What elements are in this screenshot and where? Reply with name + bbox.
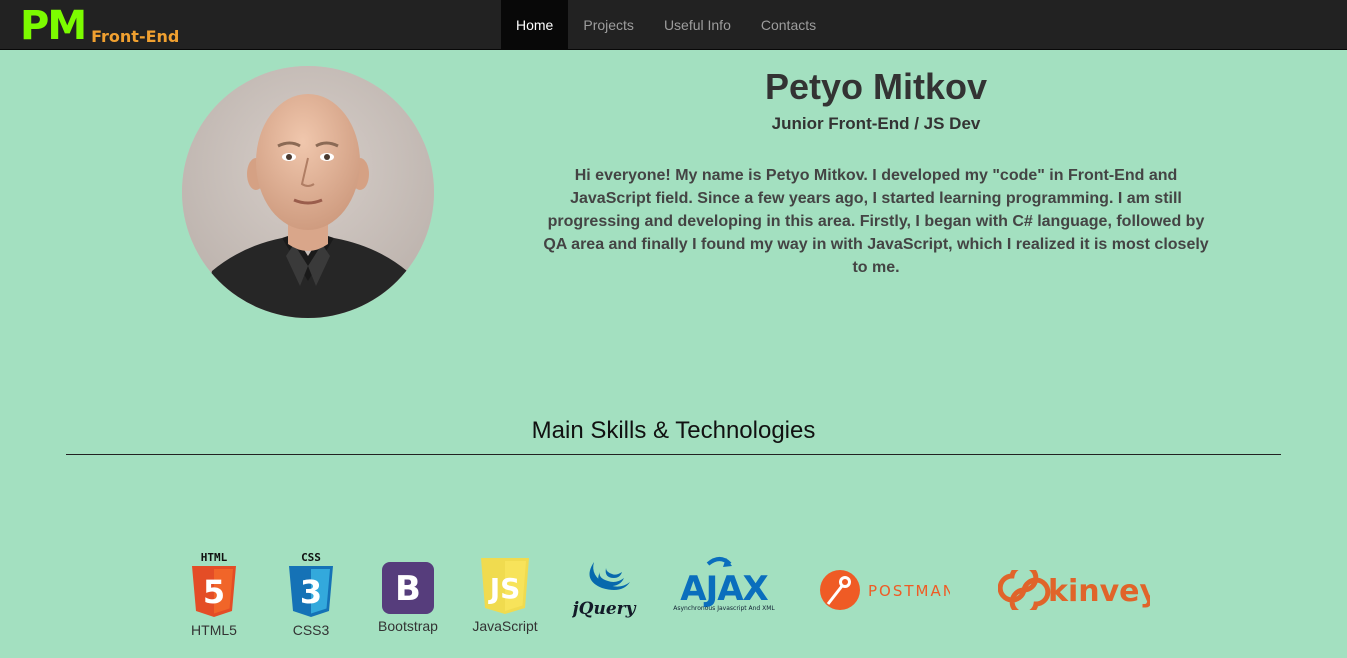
skill-label-javascript: JavaScript <box>472 618 538 634</box>
profile-photo <box>182 66 434 318</box>
skill-postman: POSTMAN <box>818 568 950 614</box>
svg-text:Asynchronous Javascript And XM: Asynchronous Javascript And XML <box>673 605 775 612</box>
skill-javascript: JS JavaScript <box>470 558 540 634</box>
nav-home[interactable]: Home <box>501 0 569 50</box>
skill-kinvey: kinvey <box>998 570 1150 610</box>
kinvey-icon: kinvey <box>998 570 1150 610</box>
main-nav: Home Projects Useful Info Contacts <box>501 0 831 50</box>
profile-bio: Hi everyone! My name is Petyo Mitkov. I … <box>543 167 1209 276</box>
svg-text:5: 5 <box>203 573 225 611</box>
skills-divider <box>66 454 1281 455</box>
brand-pm: PM <box>20 3 87 49</box>
brand-sub: Front-End <box>91 27 180 46</box>
nav-useful-info[interactable]: Useful Info <box>649 0 746 50</box>
svg-text:B: B <box>395 569 421 609</box>
svg-text:JS: JS <box>488 572 521 605</box>
css3-icon: CSS 3 <box>289 551 333 617</box>
postman-icon: POSTMAN <box>820 570 950 610</box>
navbar: PM Front-End Home Projects Useful Info C… <box>0 0 1347 50</box>
skill-jquery: jQuery <box>572 558 638 620</box>
svg-text:3: 3 <box>300 573 322 611</box>
skill-label-css3: CSS3 <box>292 622 330 638</box>
bootstrap-icon: B <box>382 562 434 614</box>
ajax-icon: AJAX Asynchronous Javascript And XML <box>673 557 775 612</box>
html5-icon: HTML 5 <box>192 551 236 617</box>
skill-bootstrap: B Bootstrap <box>374 562 442 634</box>
brand-logo[interactable]: PM Front-End <box>20 2 179 48</box>
svg-text:jQuery: jQuery <box>572 599 637 619</box>
skill-css3: CSS 3 CSS3 <box>281 550 341 638</box>
svg-text:HTML: HTML <box>201 551 228 564</box>
svg-text:AJAX: AJAX <box>680 569 768 609</box>
svg-text:CSS: CSS <box>301 551 321 564</box>
jquery-icon: jQuery <box>572 562 637 619</box>
nav-projects[interactable]: Projects <box>568 0 649 50</box>
javascript-icon: JS <box>481 558 529 614</box>
skills-heading: Main Skills & Technologies <box>531 417 816 444</box>
nav-contacts[interactable]: Contacts <box>746 0 831 50</box>
profile-name: Petyo Mitkov <box>764 66 988 107</box>
skill-label-html5: HTML5 <box>191 622 237 638</box>
profile-title: Junior Front-End / JS Dev <box>771 114 981 133</box>
skill-label-bootstrap: Bootstrap <box>378 618 438 634</box>
svg-text:POSTMAN: POSTMAN <box>868 582 950 600</box>
skill-ajax: AJAX Asynchronous Javascript And XML <box>668 554 780 612</box>
svg-text:kinvey: kinvey <box>1048 574 1150 609</box>
skill-html5: HTML 5 HTML5 <box>184 550 244 638</box>
